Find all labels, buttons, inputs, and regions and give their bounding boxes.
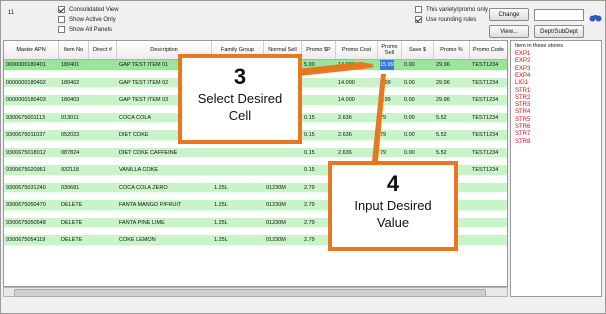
step-3-callout: 3 Select Desired Cell bbox=[178, 54, 302, 144]
callout-number: 4 bbox=[386, 171, 400, 196]
callout-arrows bbox=[297, 62, 386, 171]
app-window: 11 Consolidated View Show Active Only Sh… bbox=[0, 0, 606, 314]
callout-text: Input Desired bbox=[354, 198, 432, 213]
step-4-callout: 4 Input Desired Value bbox=[328, 161, 458, 251]
callout-text: Select Desired bbox=[197, 91, 283, 106]
callout-text: Cell bbox=[228, 108, 252, 123]
callout-number: 3 bbox=[233, 64, 247, 89]
callout-text: Value bbox=[376, 215, 410, 230]
